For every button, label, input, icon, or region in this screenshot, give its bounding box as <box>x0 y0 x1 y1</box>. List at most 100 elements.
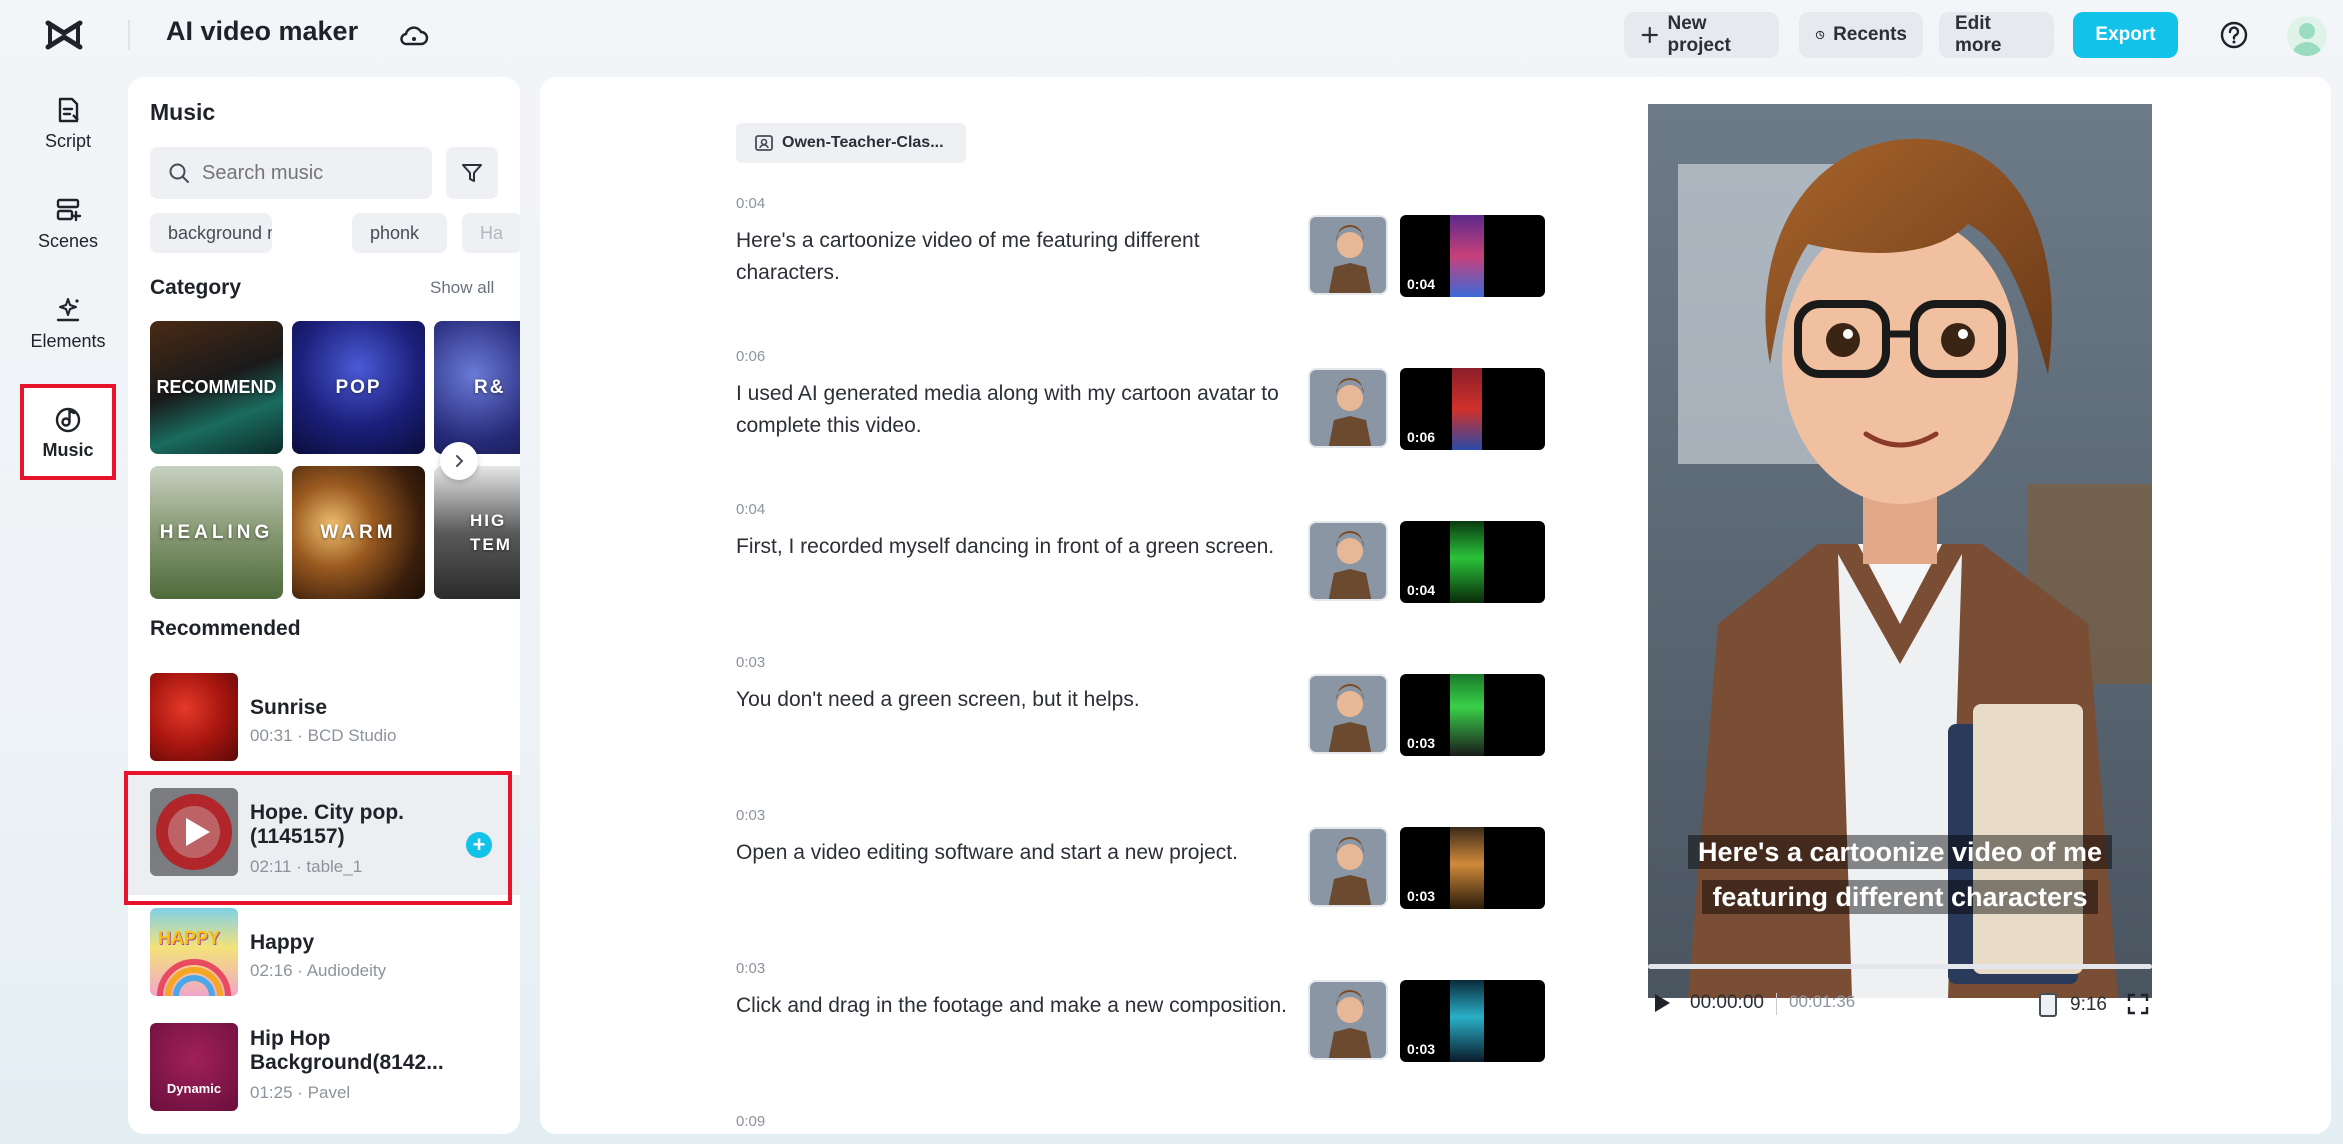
elements-icon <box>56 297 80 321</box>
category-tile-recommend[interactable]: RECOMMEND <box>150 321 283 454</box>
track-cover: HAPPY <box>150 908 238 996</box>
avatar-thumbnail[interactable] <box>1308 368 1388 448</box>
show-all-link[interactable]: Show all <box>430 278 494 298</box>
cloud-sync-icon[interactable] <box>398 20 430 52</box>
app-title: AI video maker <box>166 16 359 46</box>
category-label: POP <box>335 376 382 398</box>
category-tile-warm[interactable]: WARM <box>292 466 425 599</box>
avatar-thumbnail-image <box>1310 523 1386 599</box>
play-icon <box>1655 994 1670 1012</box>
avatar-thumbnail[interactable] <box>1308 827 1388 907</box>
avatar-card-icon <box>755 135 773 151</box>
avatar-thumbnail-image <box>1310 370 1386 446</box>
speaker-name: Owen-Teacher-Clas... <box>782 134 944 151</box>
scene-row[interactable]: 0:04 First, I recorded myself dancing in… <box>736 501 1556 641</box>
media-clip-thumbnail[interactable]: 0:06 <box>1400 368 1545 450</box>
scene-script-text[interactable]: Click and drag in the footage and make a… <box>736 990 1301 1022</box>
speaker-tag[interactable]: Owen-Teacher-Clas... <box>736 123 966 163</box>
category-scroll-right-button[interactable] <box>440 442 478 480</box>
time-separator <box>1776 993 1777 1015</box>
rail-label-music: Music <box>42 439 94 460</box>
music-search-input[interactable] <box>202 161 422 185</box>
music-search-box[interactable] <box>150 147 432 199</box>
scene-script-text[interactable]: Open a video editing software and start … <box>736 837 1301 869</box>
music-icon <box>55 407 81 432</box>
category-heading: Category <box>150 276 242 299</box>
capcut-logo-icon[interactable] <box>44 17 84 53</box>
rail-item-script[interactable]: Script <box>20 78 116 168</box>
track-item[interactable]: Dynamic Hip Hop Background(8142... 01:25… <box>128 1010 520 1122</box>
track-meta: 01:25 · Pavel <box>250 1083 351 1102</box>
chevron-right-icon <box>456 455 464 467</box>
rail-label-script: Script <box>44 130 91 151</box>
scene-row[interactable]: 0:04 Here's a cartoonize video of me fea… <box>736 195 1556 335</box>
scene-row[interactable]: 0:06 I used AI generated media along wit… <box>736 348 1556 488</box>
tag-chip[interactable]: phonk <box>352 213 447 253</box>
scene-row[interactable]: 0:03 Open a video editing software and s… <box>736 807 1556 947</box>
tag-chip[interactable]: Ha <box>462 213 520 253</box>
scene-script-text[interactable]: Here's a cartoonize video of me featurin… <box>736 225 1301 289</box>
aspect-ratio-label: 9:16 <box>2070 994 2107 1015</box>
media-clip-thumbnail[interactable]: 0:04 <box>1400 215 1545 297</box>
new-project-label: New project <box>1667 13 1731 56</box>
scene-duration: 0:04 <box>736 195 766 212</box>
avatar-thumbnail[interactable] <box>1308 215 1388 295</box>
avatar-thumbnail[interactable] <box>1308 980 1388 1060</box>
rail-item-scenes[interactable]: Scenes <box>20 178 116 268</box>
category-tile-rnb[interactable]: R& <box>434 321 520 454</box>
media-clip-thumbnail[interactable]: 0:04 <box>1400 521 1545 603</box>
export-button[interactable]: Export <box>2073 12 2178 58</box>
fullscreen-button[interactable] <box>2126 992 2150 1016</box>
rail-item-music[interactable]: Music <box>20 384 116 480</box>
preview-caption: Here's a cartoonize video of me featurin… <box>1648 830 2152 920</box>
category-tile-high-tempo[interactable]: HIG TEM <box>434 466 520 599</box>
scenes-icon <box>56 198 82 221</box>
scene-row[interactable]: 0:09 <box>736 1113 1556 1134</box>
play-button[interactable] <box>1652 992 1672 1014</box>
filter-button[interactable] <box>446 147 498 199</box>
track-cover <box>150 673 238 761</box>
avatar-thumbnail[interactable] <box>1308 521 1388 601</box>
rail-label-elements: Elements <box>30 330 106 351</box>
video-preview[interactable]: Here's a cartoonize video of me featurin… <box>1648 104 2152 998</box>
clip-duration: 0:06 <box>1407 429 1436 445</box>
track-item[interactable]: HAPPY Happy 02:16 · Audiodeity <box>128 895 520 1007</box>
user-avatar[interactable] <box>2287 16 2327 56</box>
recents-button[interactable]: Recents <box>1799 12 1923 58</box>
music-panel-title: Music <box>150 99 216 125</box>
scene-script-text[interactable]: First, I recorded myself dancing in fron… <box>736 531 1301 563</box>
fullscreen-icon <box>2127 993 2149 1015</box>
media-clip-thumbnail[interactable]: 0:03 <box>1400 674 1545 756</box>
playback-progress-bar[interactable] <box>1648 964 2152 969</box>
category-tile-pop[interactable]: POP <box>292 321 425 454</box>
category-tile-healing[interactable]: HEALING <box>150 466 283 599</box>
scene-row[interactable]: 0:03 Click and drag in the footage and m… <box>736 960 1556 1100</box>
rail-item-elements[interactable]: Elements <box>20 278 116 368</box>
aspect-ratio-button[interactable]: 9:16 <box>2038 992 2107 1018</box>
scene-row[interactable]: 0:03 You don't need a green screen, but … <box>736 654 1556 794</box>
scene-duration: 0:03 <box>736 807 766 824</box>
category-label: HIG TEM <box>470 510 512 554</box>
search-icon <box>169 163 189 183</box>
filter-icon <box>462 164 482 182</box>
track-meta: 00:31 · BCD Studio <box>250 726 397 745</box>
avatar-thumbnail-image <box>1310 676 1386 752</box>
script-editor: Owen-Teacher-Clas... 0:04 Here's a carto… <box>540 77 2331 1134</box>
avatar-thumbnail[interactable] <box>1308 674 1388 754</box>
help-icon[interactable] <box>2219 20 2249 50</box>
scene-duration: 0:09 <box>736 1113 766 1130</box>
media-clip-thumbnail[interactable]: 0:03 <box>1400 827 1545 909</box>
preview-caption-text: Here's a cartoonize video of me featurin… <box>1687 835 2113 914</box>
scene-duration: 0:06 <box>736 348 766 365</box>
scene-script-text[interactable]: I used AI generated media along with my … <box>736 378 1301 442</box>
track-item[interactable]: Sunrise 00:31 · BCD Studio <box>128 660 520 772</box>
avatar-thumbnail-image <box>1310 982 1386 1058</box>
title-divider <box>128 20 130 50</box>
scene-script-text[interactable]: You don't need a green screen, but it he… <box>736 684 1301 716</box>
tag-chip[interactable]: background music <box>150 213 272 253</box>
plus-icon <box>1641 26 1658 44</box>
new-project-button[interactable]: New project <box>1624 12 1779 58</box>
avatar-thumbnail-image <box>1310 217 1386 293</box>
media-clip-thumbnail[interactable]: 0:03 <box>1400 980 1545 1062</box>
edit-more-button[interactable]: Edit more <box>1939 12 2054 58</box>
